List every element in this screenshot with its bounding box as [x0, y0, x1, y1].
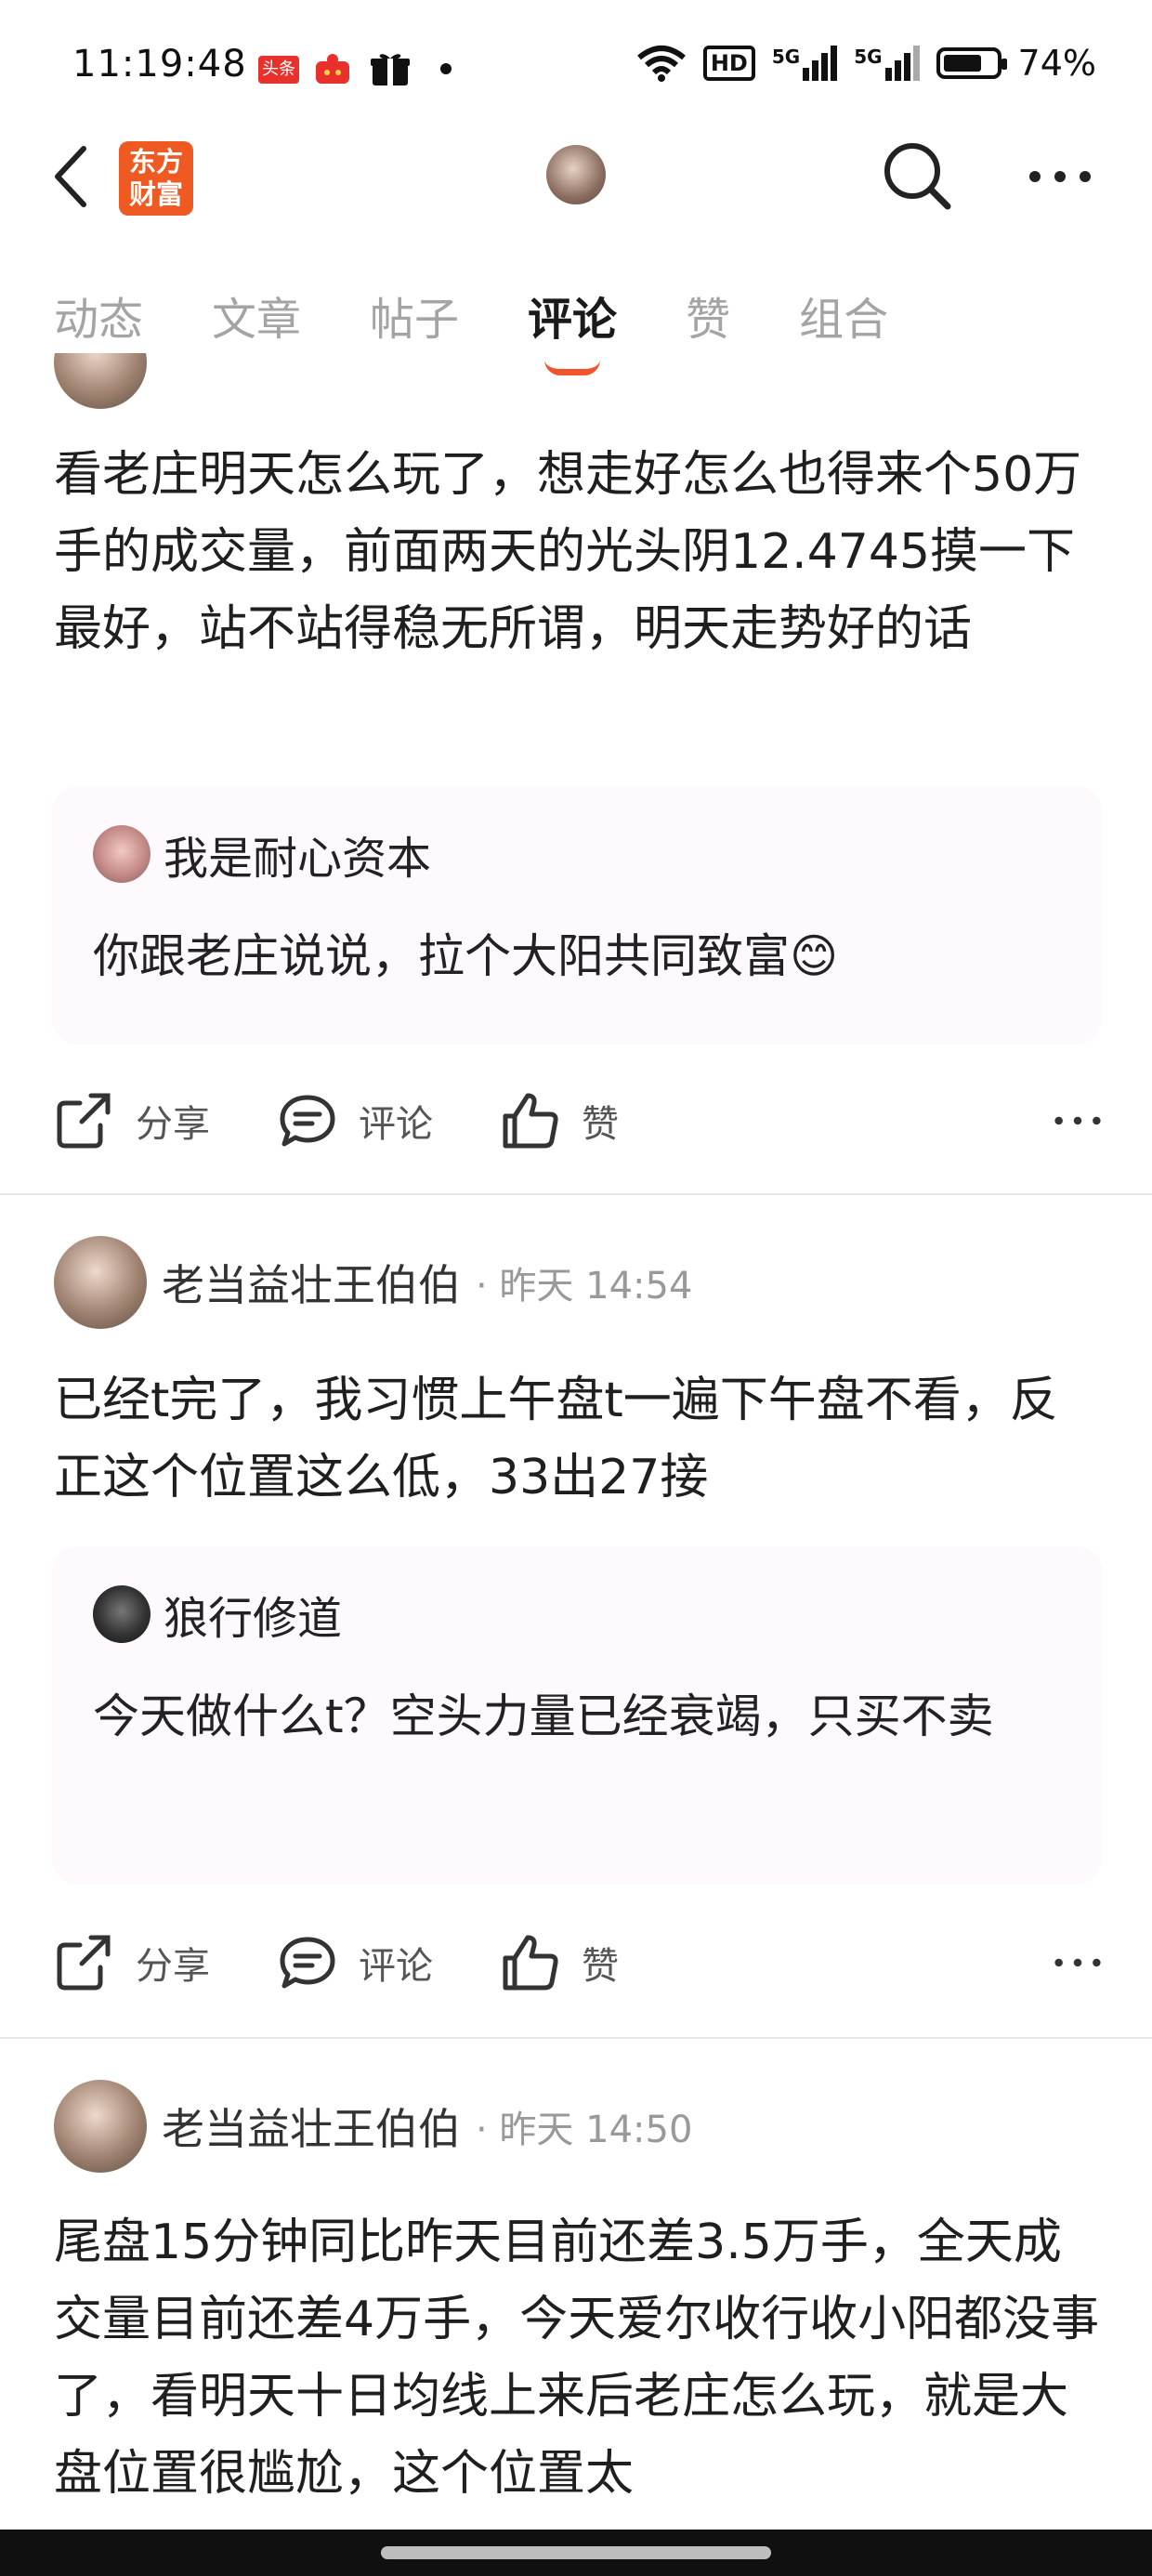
status-icons: HD 5G 5G 74%: [636, 43, 1096, 84]
wifi-icon: [636, 46, 686, 82]
comment-text[interactable]: 尾盘15分钟同比昨天目前还差3.5万手，全天成交量目前还差4万手，今天爱尔收行收…: [54, 2204, 1104, 2530]
quoted-comment[interactable]: 狼行修道 今天做什么t？空头力量已经衰竭，只买不卖: [52, 1546, 1102, 1885]
quoted-author-avatar: [93, 825, 151, 883]
home-indicator[interactable]: [381, 2546, 771, 2559]
toutiao-notification-icon: 头条: [258, 56, 299, 84]
author-avatar[interactable]: [54, 1236, 147, 1329]
thumbs-up-icon: [503, 1093, 558, 1149]
tab-likes[interactable]: 赞: [686, 283, 730, 348]
more-icon[interactable]: [1028, 158, 1093, 195]
more-options-button[interactable]: [1052, 1932, 1104, 1993]
more-icon: [1054, 1116, 1101, 1125]
logo-text-line1: 东方: [128, 146, 183, 177]
author-name[interactable]: 老当益壮王伯伯: [162, 1252, 461, 1313]
gift-icon: [370, 50, 411, 87]
share-icon: [57, 1093, 111, 1149]
comment-label: 评论: [359, 1103, 433, 1146]
tab-portfolio[interactable]: 组合: [799, 283, 888, 348]
more-icon: [1054, 1958, 1101, 1967]
post-timestamp: · 昨天 14:50: [476, 2109, 693, 2151]
profile-avatar[interactable]: [546, 145, 606, 204]
comment-label: 评论: [359, 1945, 433, 1988]
quoted-author-name[interactable]: 狼行修道: [164, 1582, 342, 1647]
status-time: 11:19:48: [72, 43, 247, 85]
comment-button[interactable]: 评论: [277, 1090, 433, 1151]
share-label: 分享: [136, 1945, 210, 1988]
share-icon: [57, 1935, 111, 1991]
share-button[interactable]: 分享: [54, 1090, 210, 1151]
action-bar: 分享 评论 赞: [54, 1925, 1104, 2000]
author-name[interactable]: 老当益壮王伯伯: [162, 2096, 461, 2157]
quoted-text: 今天做什么t？空头力量已经衰竭，只买不卖: [93, 1689, 994, 1743]
comment-text[interactable]: 看老庄明天怎么玩了，想走好怎么也得来个50万手的成交量，前面两天的光头阴12.4…: [54, 437, 1104, 668]
back-icon[interactable]: [48, 139, 95, 214]
app-notification-icon: [314, 52, 351, 85]
share-label: 分享: [136, 1103, 210, 1146]
like-label: 赞: [582, 1945, 619, 1988]
tab-articles[interactable]: 文章: [212, 283, 301, 348]
more-options-button[interactable]: [1052, 1090, 1104, 1151]
like-button[interactable]: 赞: [500, 1090, 619, 1151]
post-timestamp: · 昨天 14:54: [476, 1265, 693, 1308]
quoted-author-avatar: [93, 1585, 151, 1643]
search-icon[interactable]: [881, 139, 953, 212]
like-button[interactable]: 赞: [500, 1932, 619, 1993]
quoted-author-name[interactable]: 我是耐心资本: [164, 821, 431, 887]
signal-5g-icon-2: 5G: [854, 46, 920, 81]
author-avatar-partial: [54, 353, 147, 409]
comment-icon: [280, 1095, 335, 1147]
signal-5g-icon: 5G: [772, 46, 838, 81]
profile-tabs: 动态 文章 帖子 评论 赞 组合: [54, 283, 888, 375]
like-label: 赞: [582, 1103, 619, 1146]
author-row: 老当益壮王伯伯 · 昨天 14:50: [54, 2080, 692, 2173]
author-avatar[interactable]: [54, 2080, 147, 2173]
action-bar: 分享 评论 赞: [54, 1084, 1104, 1158]
thumbs-up-icon: [503, 1935, 558, 1991]
tab-posts[interactable]: 帖子: [370, 283, 459, 348]
tab-dynamics[interactable]: 动态: [54, 283, 143, 348]
divider: [0, 1193, 1152, 1195]
logo-text-line2: 财富: [128, 178, 183, 210]
divider: [0, 2037, 1152, 2039]
tab-comments[interactable]: 评论: [528, 283, 617, 375]
share-button[interactable]: 分享: [54, 1932, 210, 1993]
hd-icon: HD: [702, 46, 755, 81]
quoted-text: 你跟老庄说说，拉个大阳共同致富😊: [93, 929, 839, 983]
comment-text[interactable]: 已经t完了，我习惯上午盘t一遍下午盘不看，反正这个位置这么低，33出27接: [54, 1362, 1104, 1517]
quoted-comment[interactable]: 我是耐心资本 你跟老庄说说，拉个大阳共同致富😊: [52, 786, 1102, 1045]
comment-icon: [280, 1937, 335, 1989]
author-row: 老当益壮王伯伯 · 昨天 14:54: [54, 1236, 692, 1329]
battery-percent: 74%: [1017, 43, 1096, 84]
eastmoney-logo: 东方 财富: [119, 141, 193, 216]
dot-icon: [440, 63, 452, 74]
battery-icon: [936, 47, 1007, 79]
comment-button[interactable]: 评论: [277, 1932, 433, 1993]
